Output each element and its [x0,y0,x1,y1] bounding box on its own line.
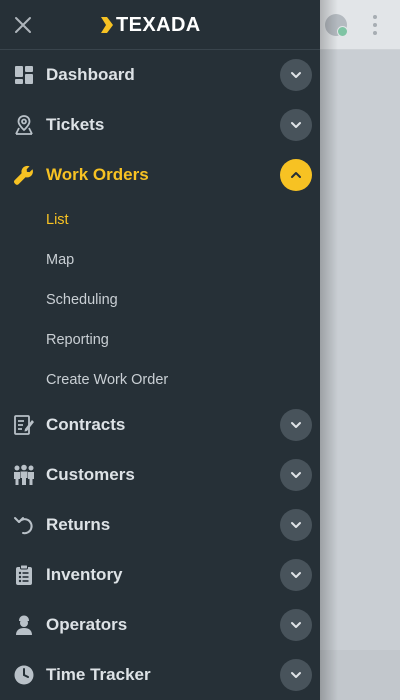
nav-item-dashboard[interactable]: Dashboard [0,50,320,100]
expand-button-inventory[interactable] [280,559,312,591]
dashboard-icon [12,63,36,87]
work-orders-submenu-container: List Map Scheduling Reporting Create Wor… [0,200,320,400]
subnav-label-reporting: Reporting [46,332,109,348]
close-icon [15,17,31,33]
map-pin-icon [12,113,36,137]
subnav-item-reporting[interactable]: Reporting [0,320,320,360]
texada-logo: TEXADA [100,12,201,38]
expand-button-contracts[interactable] [280,409,312,441]
nav-label-inventory: Inventory [46,565,123,584]
collapse-button-work-orders[interactable] [280,159,312,191]
subnav-item-list[interactable]: List [0,200,320,240]
expand-button-operators[interactable] [280,609,312,641]
nav-item-returns[interactable]: Returns [0,500,320,550]
wrench-icon [12,163,36,187]
nav-item-tickets[interactable]: Tickets [0,100,320,150]
subnav-item-scheduling[interactable]: Scheduling [0,280,320,320]
expand-button-returns[interactable] [280,509,312,541]
nav-item-customers[interactable]: Customers [0,450,320,500]
undo-icon [12,513,36,537]
subnav-item-create-work-order[interactable]: Create Work Order [0,360,320,400]
clock-icon [12,663,36,687]
expand-button-customers[interactable] [280,459,312,491]
drawer-header: TEXADA [0,0,320,50]
clipboard-list-icon [12,563,36,587]
nav-item-operators[interactable]: Operators [0,600,320,650]
nav-item-time-tracker[interactable]: Time Tracker [0,650,320,700]
chevron-up-icon [291,172,301,178]
brand-name: TEXADA [116,13,201,36]
nav-label-tickets: Tickets [46,115,105,134]
nav-label-time-tracker: Time Tracker [46,665,151,684]
nav-label-contracts: Contracts [46,415,126,434]
close-button[interactable] [11,13,35,37]
subnav-label-create-work-order: Create Work Order [46,372,169,388]
expand-button-tickets[interactable] [280,109,312,141]
nav-label-customers: Customers [46,465,135,484]
nav-item-work-orders[interactable]: Work Orders [0,150,320,200]
chevron-down-icon [291,622,301,628]
chevron-down-icon [291,122,301,128]
subnav-label-map: Map [46,252,75,268]
chevron-down-icon [291,472,301,478]
chevron-down-icon [291,522,301,528]
chevron-down-icon [291,672,301,678]
work-orders-submenu: List Map Scheduling Reporting Create Wor… [0,200,320,400]
nav-label-returns: Returns [46,515,111,534]
expand-button-time-tracker[interactable] [280,659,312,691]
subnav-item-map[interactable]: Map [0,240,320,280]
navigation-drawer: TEXADA Dashboard Tickets Work Orders Lis… [0,0,320,700]
operator-icon [12,613,36,637]
chevron-down-icon [291,72,301,78]
more-options-icon[interactable] [372,15,378,35]
nav-item-contracts[interactable]: Contracts [0,400,320,450]
nav-label-operators: Operators [46,615,128,634]
chevron-down-icon [291,422,301,428]
nav-label-work-orders: Work Orders [46,165,149,184]
nav-label-dashboard: Dashboard [46,65,135,84]
drawer-shadow [320,0,338,700]
expand-button-dashboard[interactable] [280,59,312,91]
subnav-label-scheduling: Scheduling [46,292,118,308]
online-status-dot [337,26,348,37]
people-icon [12,463,36,487]
nav-item-inventory[interactable]: Inventory [0,550,320,600]
nav-menu: Dashboard Tickets Work Orders List Map S… [0,50,320,700]
contract-icon [12,413,36,437]
chevron-down-icon [291,572,301,578]
logo-mark-icon [101,17,113,33]
subnav-label-list: List [46,212,69,228]
